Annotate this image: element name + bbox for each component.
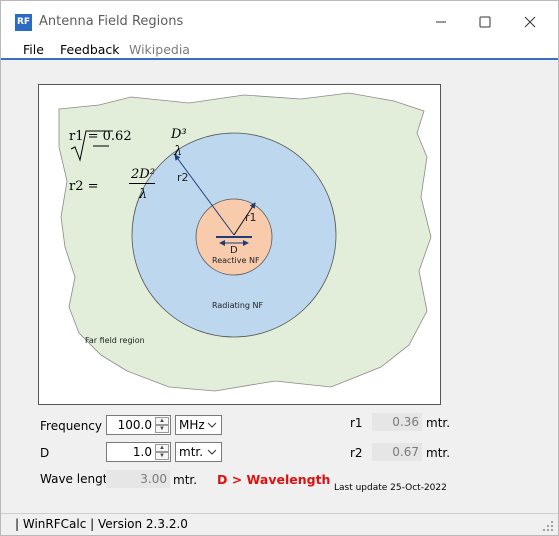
d-spin-arrows[interactable]: ▲ ▼ <box>155 444 169 460</box>
frequency-spinner[interactable]: 100.0 ▲ ▼ <box>106 415 171 435</box>
frequency-unit-value: MHz <box>179 418 205 432</box>
app-icon: RF <box>15 14 32 31</box>
close-button[interactable] <box>508 9 552 35</box>
chevron-down-icon <box>207 422 217 428</box>
formula-r2-num: 2D² <box>131 167 155 182</box>
d-unit-select[interactable]: mtr. <box>175 442 222 462</box>
r2-label: r2 <box>177 171 189 184</box>
r1-label: r1 <box>245 211 257 224</box>
formula-r2: r2 = 2D² λ <box>69 167 155 202</box>
chevron-down-icon <box>207 449 217 455</box>
d-value: 1.0 <box>132 445 152 459</box>
frequency-value: 100.0 <box>117 418 152 432</box>
r1-result-label: r1 <box>350 416 363 430</box>
spin-up-icon[interactable]: ▲ <box>155 444 169 452</box>
menu-bar: File Feedback Wikipedia <box>1 39 558 60</box>
menu-feedback[interactable]: Feedback <box>60 42 120 57</box>
title-bar[interactable]: RF Antenna Field Regions <box>1 1 558 39</box>
field-regions-diagram: r1 = 0.62 D³ λ r2 = 2D² λ r2 r1 D Reacti… <box>38 84 441 405</box>
maximize-icon <box>479 16 491 28</box>
frequency-label: Frequency <box>40 419 102 433</box>
menu-file[interactable]: File <box>23 42 44 57</box>
warning-text: D > Wavelength <box>217 472 331 487</box>
formula-r2-lhs: r2 = <box>69 179 99 194</box>
d-label: D <box>230 245 238 256</box>
reactive-nf-label: Reactive NF <box>212 256 260 265</box>
wavelength-label: Wave length <box>40 472 115 486</box>
status-bar: | WinRFCalc | Version 2.3.2.0 <box>1 513 558 535</box>
r1-result-unit: mtr. <box>426 416 451 430</box>
sqrt-icon <box>70 130 113 162</box>
wavelength-unit: mtr. <box>173 473 198 487</box>
r2-result-value: 0.67 <box>372 443 422 461</box>
spin-down-icon[interactable]: ▼ <box>155 425 169 433</box>
d-unit-value: mtr. <box>179 445 204 459</box>
r1-result-value: 0.36 <box>372 413 422 431</box>
window-title: Antenna Field Regions <box>39 14 184 29</box>
far-field-label: Far field region <box>85 336 145 345</box>
formula-r2-den: λ <box>139 187 148 202</box>
resize-grip-icon[interactable] <box>542 520 554 532</box>
d-spinner[interactable]: 1.0 ▲ ▼ <box>106 442 171 462</box>
maximize-button[interactable] <box>463 9 507 35</box>
formula-r1-den: λ <box>174 144 183 159</box>
status-text: | WinRFCalc | Version 2.3.2.0 <box>15 517 188 531</box>
app-window: RF Antenna Field Regions File Feedback W… <box>0 0 559 536</box>
r2-result-unit: mtr. <box>426 446 451 460</box>
formula-r1-num: D³ <box>171 127 187 142</box>
d-input-label: D <box>40 446 50 460</box>
fraction-bar <box>129 183 155 184</box>
wavelength-value: 3.00 <box>106 470 170 488</box>
minimize-icon <box>436 21 446 23</box>
menu-wikipedia[interactable]: Wikipedia <box>129 42 190 57</box>
r2-result-label: r2 <box>350 446 363 460</box>
formula-r1: r1 = 0.62 D³ λ <box>69 127 187 162</box>
frequency-unit-select[interactable]: MHz <box>175 415 222 435</box>
spin-down-icon[interactable]: ▼ <box>155 452 169 460</box>
spin-up-icon[interactable]: ▲ <box>155 417 169 425</box>
frequency-spin-arrows[interactable]: ▲ ▼ <box>155 417 169 433</box>
minimize-button[interactable] <box>419 9 463 35</box>
close-icon <box>524 16 536 28</box>
radiating-nf-label: Radiating NF <box>212 301 264 310</box>
last-update-text: Last update 25-Oct-2022 <box>334 483 447 493</box>
